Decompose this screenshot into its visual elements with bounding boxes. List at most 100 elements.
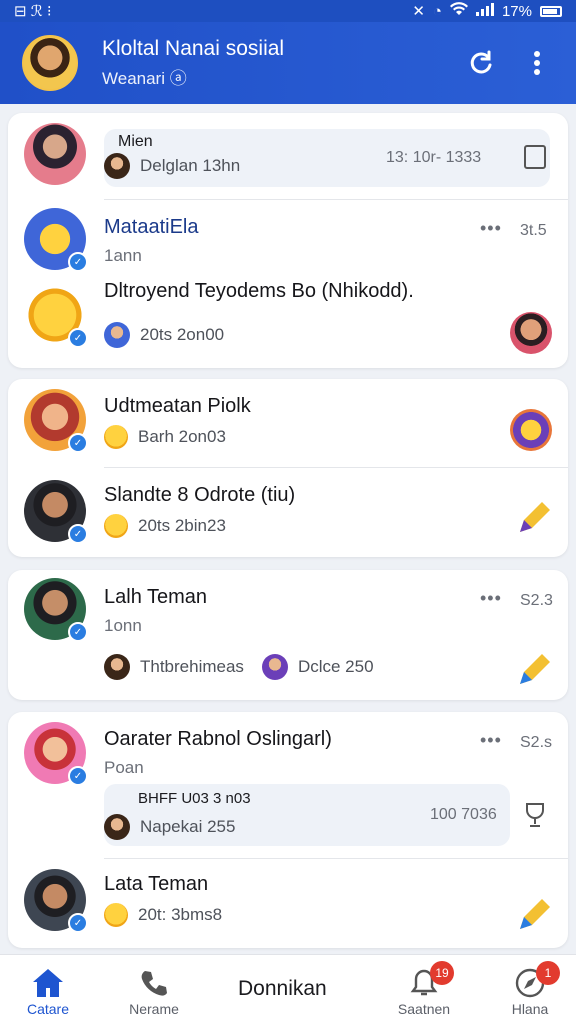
more-icon[interactable]: ••• <box>480 730 502 751</box>
mute-icon: ✕ <box>412 3 425 20</box>
bell-icon: 19 <box>376 961 472 1001</box>
avatar: ✓ <box>24 284 88 348</box>
post-meta: 20ts 2on00 <box>104 322 224 348</box>
status-left: ⊟ ℛ ⁝ <box>14 2 52 20</box>
feed-card: ✓ Oarater Rabnol Oslingarl) Poan ••• S2.… <box>8 712 568 948</box>
profile-avatar[interactable] <box>22 35 78 91</box>
avatar <box>24 123 86 185</box>
emoji-icon <box>104 514 128 538</box>
verified-icon: ✓ <box>68 524 88 544</box>
quoted-line: Napekai 255 <box>140 817 236 836</box>
post-author[interactable]: Slandte 8 Odrote (tiu) <box>104 484 295 507</box>
nav-label: Catare <box>26 1001 70 1017</box>
post-author[interactable]: Lalh Teman <box>104 586 207 609</box>
phone-icon <box>106 965 202 1001</box>
signal-icon <box>475 2 494 20</box>
verified-icon: ✓ <box>68 913 88 933</box>
nav-label: Nerame <box>129 1001 179 1017</box>
nav-label: Saatnen <box>397 1001 451 1017</box>
post-meta-text: 20ts 2on00 <box>140 325 225 344</box>
verified-icon: ✓ <box>68 252 88 272</box>
feed-card: ✓ Lalh Teman 1onn ••• S2.3 Thtbrehimeas … <box>8 570 568 700</box>
mini-avatar <box>104 814 130 840</box>
pencil-icon[interactable] <box>514 895 554 935</box>
alarm-icon: ◔ <box>432 2 442 20</box>
emoji-icon <box>104 903 128 927</box>
more-icon[interactable]: ••• <box>480 588 502 609</box>
post-author[interactable]: Oarater Rabnol Oslingarl) <box>104 728 332 751</box>
battery-level: 17% <box>501 2 532 20</box>
nav-home[interactable]: Catare <box>0 965 96 1017</box>
pinned-meta: Delglan 13hn <box>104 153 240 179</box>
post-meta: 20t: 3bms8 <box>104 903 222 927</box>
pinned-label: Mien <box>118 133 153 150</box>
bookmark-icon[interactable] <box>524 145 546 169</box>
refresh-icon[interactable] <box>464 46 498 80</box>
app-titles: Kloltal Nanai sosiial Weanari ⓐ <box>102 37 442 89</box>
post-meta-text: Thtbrehimeas <box>140 657 244 676</box>
battery-icon <box>540 5 562 17</box>
post-sub: 1ann <box>104 246 142 265</box>
post-time: S2.3 <box>520 592 553 609</box>
post-meta-text: 20ts 2bin23 <box>138 516 226 535</box>
pinned-row[interactable]: Mien Delglan 13hn 13: 10r- 1333 <box>8 113 568 200</box>
home-icon <box>0 965 96 1001</box>
pencil-icon[interactable] <box>514 650 554 690</box>
pinned-bubble[interactable]: Mien Delglan 13hn 13: 10r- 1333 <box>104 129 550 187</box>
avatar: ✓ <box>24 578 88 642</box>
app-title: Kloltal Nanai sosiial <box>102 37 285 60</box>
post-row[interactable]: ✓ Lalh Teman 1onn ••• S2.3 Thtbrehimeas … <box>8 570 568 700</box>
verified-icon: ✓ <box>68 328 88 348</box>
post-author[interactable]: Lata Teman <box>104 873 208 896</box>
quoted-title: BHFF U03 3 n03 <box>138 790 251 807</box>
notification-badge: 1 <box>536 961 560 985</box>
quoted-bubble[interactable]: BHFF U03 3 n03 Napekai 255 100 7036 <box>104 784 510 846</box>
post-row[interactable]: ✓ MataatiEla 1ann ••• 3t.5 ✓ Dltroyend T… <box>8 200 568 368</box>
post-meta-text: Barh 2on03 <box>138 427 226 446</box>
nav-center-label[interactable]: Donnikan <box>238 977 327 1001</box>
post-meta-text-2: Dclce 250 <box>297 657 374 676</box>
verified-icon: ✓ <box>68 766 88 786</box>
post-row[interactable]: ✓ Oarater Rabnol Oslingarl) Poan ••• S2.… <box>8 712 568 858</box>
post-row[interactable]: ✓ Udtmeatan Piolk Barh 2on03 <box>8 379 568 467</box>
post-meta: Barh 2on03 <box>104 425 226 449</box>
status-right: ✕ ◔ 17% <box>412 2 562 20</box>
post-meta-text: 20t: 3bms8 <box>138 905 223 924</box>
post-row[interactable]: ✓ Lata Teman 20t: 3bms8 <box>8 859 568 948</box>
sticker-avatar <box>510 409 552 451</box>
post-sub: 1onn <box>104 616 142 635</box>
more-options-icon[interactable] <box>520 46 554 80</box>
app-bar: Kloltal Nanai sosiial Weanari ⓐ <box>0 22 576 104</box>
pencil-icon[interactable] <box>514 498 554 538</box>
feed-card: ✓ Udtmeatan Piolk Barh 2on03 ✓ Slandte 8… <box>8 379 568 557</box>
verified-icon: ✓ <box>68 433 88 453</box>
emoji-icon <box>104 425 128 449</box>
post-row[interactable]: ✓ Slandte 8 Odrote (tiu) 20ts 2bin23 <box>8 468 568 557</box>
compass-icon: 1 <box>482 961 576 1001</box>
trophy-icon[interactable] <box>524 802 546 828</box>
status-left-icons: ⊟ ℛ ⁝ <box>14 3 52 20</box>
app-subtitle: Weanari ⓐ <box>102 69 187 88</box>
post-time: 3t.5 <box>520 222 547 239</box>
post-meta: 20ts 2bin23 <box>104 514 226 538</box>
avatar: ✓ <box>24 722 88 786</box>
more-icon[interactable]: ••• <box>480 218 502 239</box>
bottom-nav: Catare Nerame Donnikan 19 Saatnen 1 Hlan… <box>0 954 576 1024</box>
post-time: S2.s <box>520 734 553 751</box>
nav-notifications[interactable]: 19 Saatnen <box>376 961 472 1017</box>
feed-card: Mien Delglan 13hn 13: 10r- 1333 ✓ Mataat… <box>8 113 568 368</box>
nav-label: Hlana <box>511 1001 549 1017</box>
wifi-icon <box>449 2 468 20</box>
nav-profile[interactable]: 1 Hlana <box>482 961 576 1017</box>
quoted-meta: Napekai 255 <box>104 814 235 840</box>
mini-avatar <box>261 654 288 680</box>
mini-avatar <box>104 322 130 348</box>
post-message: Dltroyend Teyodems Bo (Nhikodd). <box>104 280 414 302</box>
avatar: ✓ <box>24 208 88 272</box>
nav-calls[interactable]: Nerame <box>106 965 202 1017</box>
mini-avatar <box>104 153 130 179</box>
post-author[interactable]: MataatiEla <box>104 216 199 239</box>
avatar: ✓ <box>24 389 88 453</box>
post-author[interactable]: Udtmeatan Piolk <box>104 395 251 418</box>
avatar <box>510 312 552 354</box>
